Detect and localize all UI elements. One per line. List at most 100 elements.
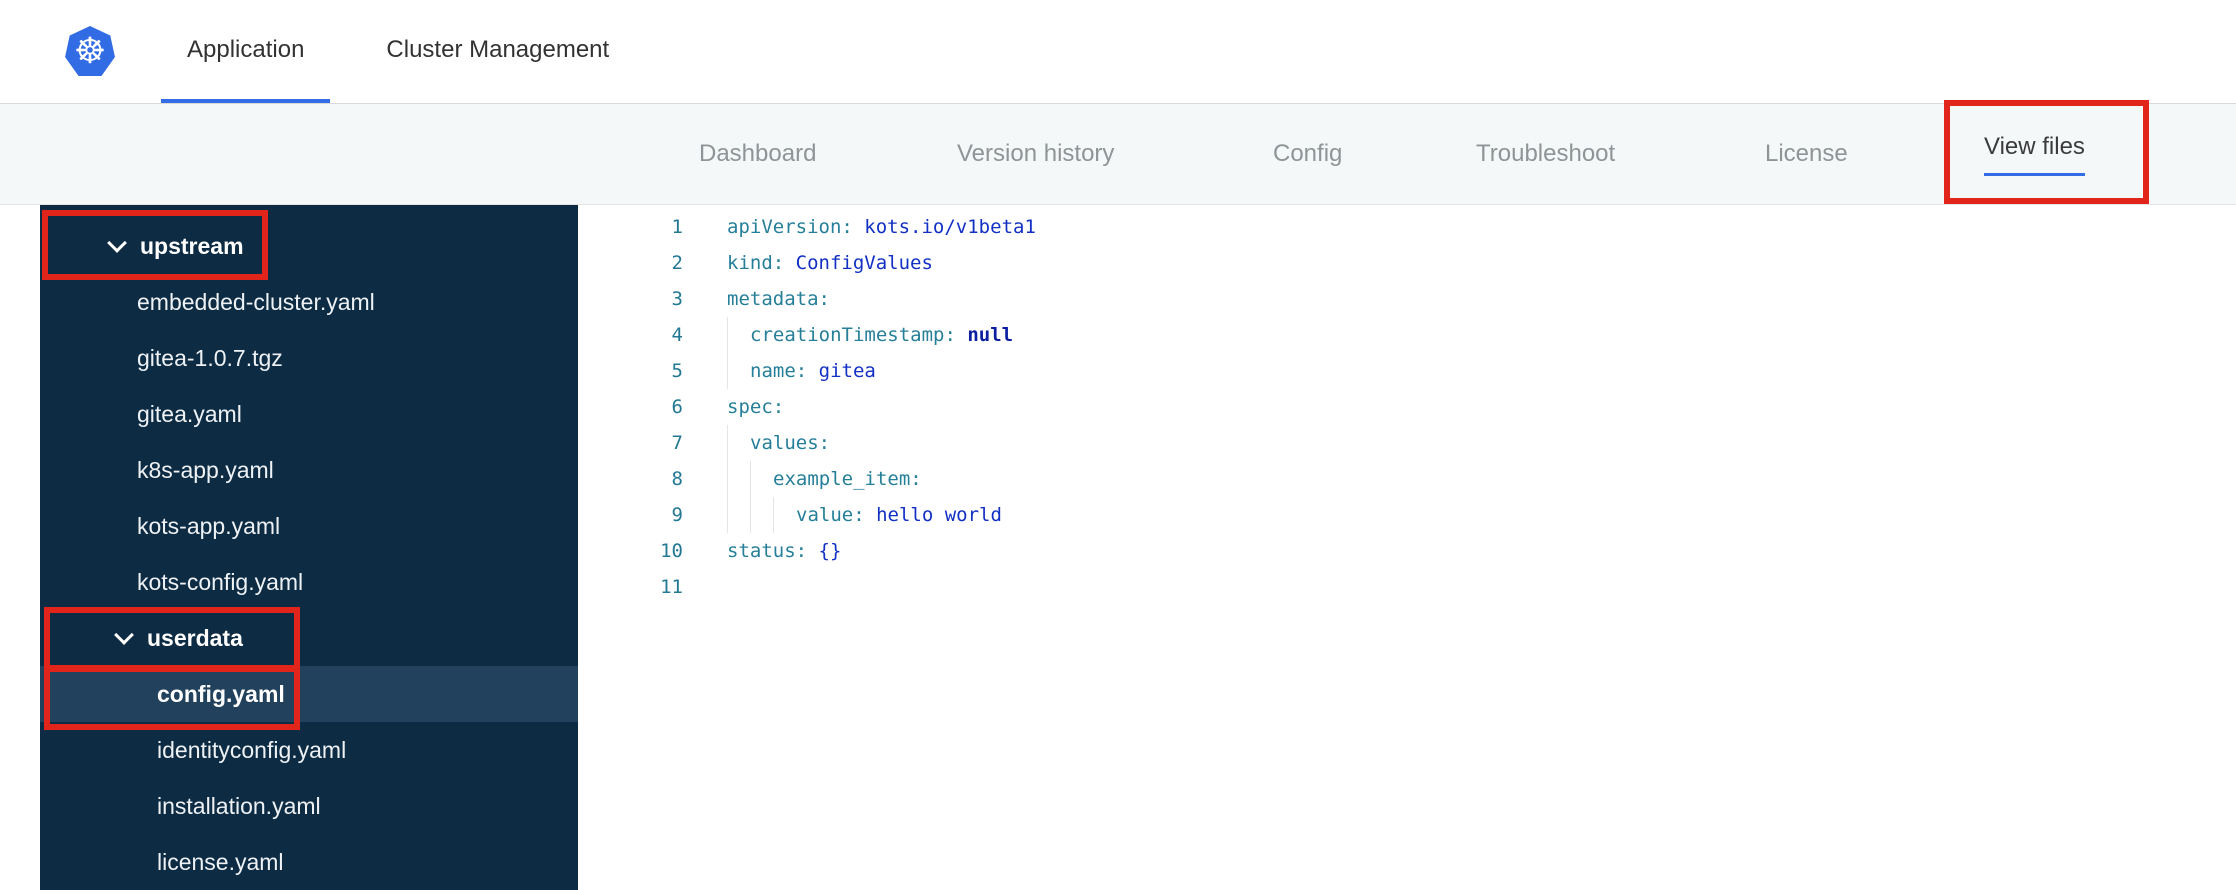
code-line: 10 status: {} [606, 533, 2236, 569]
subnav-item-license[interactable]: License [1765, 104, 1848, 204]
code-token-val: ConfigValues [795, 252, 933, 274]
chevron-down-icon [114, 624, 134, 645]
line-number: 2 [671, 252, 683, 274]
tree-item-userdata[interactable]: userdata [40, 610, 578, 666]
line-number: 9 [671, 504, 683, 526]
line-number: 7 [671, 432, 683, 454]
code-token-val: gitea [818, 360, 876, 382]
code-token-key: spec: [727, 396, 785, 418]
subnav-item-version-history-label: Version history [957, 140, 1115, 167]
tab-application[interactable]: Application [161, 0, 331, 103]
subnav-item-view-files-label: View files [1984, 133, 2085, 176]
line-number: 11 [660, 576, 683, 598]
code-line: 8 example_item: [606, 461, 2236, 497]
top-tabs: Application Cluster Management [161, 0, 635, 103]
code-editor-lines: 1 apiVersion: kots.io/v1beta1 2 kind: Confi… [606, 209, 2236, 605]
line-number: 4 [671, 324, 683, 346]
line-number: 6 [671, 396, 683, 418]
tree-item-license-yaml[interactable]: license.yaml [40, 834, 578, 890]
indent-guide [727, 317, 750, 353]
tree-item-upstream[interactable]: upstream [40, 218, 578, 274]
tree-item-kots-app-yaml[interactable]: kots-app.yaml [40, 498, 578, 554]
tree-item-label: embedded-cluster.yaml [137, 288, 375, 315]
line-number: 8 [671, 468, 683, 490]
line-number: 10 [660, 540, 683, 562]
subnav-item-version-history[interactable]: Version history [957, 104, 1114, 204]
code-token-key: kind: [727, 252, 785, 274]
subnav-item-license-label: License [1765, 140, 1848, 167]
code-token-kw: null [967, 324, 1014, 346]
line-number: 1 [671, 216, 683, 238]
code-line: 6 spec: [606, 389, 2236, 425]
code-line: 11 [606, 569, 2236, 605]
tree-item-gitea-yaml[interactable]: gitea.yaml [40, 386, 578, 442]
tab-cluster-management-label: Cluster Management [386, 35, 610, 63]
code-line-content: spec: [727, 389, 784, 425]
code-token-key: name: [750, 360, 808, 382]
code-token-key: creationTimestamp: [750, 324, 956, 346]
line-number: 3 [671, 288, 683, 310]
tree-item-identityconfig-yaml[interactable]: identityconfig.yaml [40, 722, 578, 778]
tree-item-gitea-1-0-7-tgz[interactable]: gitea-1.0.7.tgz [40, 330, 578, 386]
indent-guide [727, 461, 750, 497]
code-token-val: kots.io/v1beta1 [864, 216, 1036, 238]
tree-item-label: installation.yaml [157, 792, 321, 819]
tree-item-label: k8s-app.yaml [137, 456, 274, 483]
tree-item-label: upstream [140, 232, 244, 259]
tree-item-label: config.yaml [157, 680, 285, 707]
code-line-content: values: [727, 425, 830, 461]
indent-guide [773, 497, 796, 533]
subnav-item-dashboard-label: Dashboard [699, 140, 817, 167]
subnav-item-troubleshoot-label: Troubleshoot [1476, 140, 1616, 167]
code-token-key: example_item: [773, 468, 922, 490]
code-token-key: metadata: [727, 288, 830, 310]
code-line-content: apiVersion: kots.io/v1beta1 [727, 209, 1036, 245]
tree-item-embedded-cluster-yaml[interactable]: embedded-cluster.yaml [40, 274, 578, 330]
code-token-val: {} [818, 540, 842, 562]
tree-item-installation-yaml[interactable]: installation.yaml [40, 778, 578, 834]
code-line-content: creationTimestamp: null [727, 317, 1013, 353]
indent-guide [727, 353, 750, 389]
top-bar: ☸ Application Cluster Management [0, 0, 2236, 104]
code-editor[interactable]: 1 apiVersion: kots.io/v1beta1 2 kind: Confi… [606, 204, 2236, 890]
tree-item-label: kots-app.yaml [137, 512, 281, 539]
indent-guide [727, 497, 750, 533]
code-line-content: kind: ConfigValues [727, 245, 933, 281]
app-subnav: Dashboard Version history Config Trouble… [0, 104, 2236, 205]
chevron-down-icon [107, 232, 127, 253]
tree-item-k8s-app-yaml[interactable]: k8s-app.yaml [40, 442, 578, 498]
tree-item-config-yaml[interactable]: config.yaml [40, 666, 578, 722]
subnav-item-dashboard[interactable]: Dashboard [699, 104, 816, 204]
subnav-item-troubleshoot[interactable]: Troubleshoot [1476, 104, 1615, 204]
indent-guide [750, 461, 773, 497]
kots-admin-console: ☸ Application Cluster Management Dashboa… [0, 0, 2236, 890]
code-token-val: hello world [876, 504, 1002, 526]
code-line-content: status: {} [727, 533, 841, 569]
code-line: 2 kind: ConfigValues [606, 245, 2236, 281]
code-line: 5 name: gitea [606, 353, 2236, 389]
line-number: 5 [671, 360, 683, 382]
tree-item-label: gitea-1.0.7.tgz [137, 344, 283, 371]
code-line-content: metadata: [727, 281, 830, 317]
indent-guide [750, 497, 773, 533]
code-line: 4 creationTimestamp: null [606, 317, 2236, 353]
code-token-key: values: [750, 432, 831, 454]
tree-item-label: userdata [147, 624, 243, 651]
subnav-item-config[interactable]: Config [1273, 104, 1342, 204]
subnav-item-config-label: Config [1273, 140, 1343, 167]
code-line: 1 apiVersion: kots.io/v1beta1 [606, 209, 2236, 245]
indent-guide [727, 425, 750, 461]
tab-application-label: Application [187, 35, 305, 63]
code-line: 7 values: [606, 425, 2236, 461]
tree-item-label: gitea.yaml [137, 400, 242, 427]
code-token-key: status: [727, 540, 808, 562]
tree-item-kots-config-yaml[interactable]: kots-config.yaml [40, 554, 578, 610]
subnav-item-view-files[interactable]: View files [1984, 104, 2085, 204]
tab-cluster-management[interactable]: Cluster Management [360, 0, 635, 103]
kubernetes-logo-icon[interactable]: ☸ [65, 26, 115, 76]
code-line-content: example_item: [727, 461, 922, 497]
